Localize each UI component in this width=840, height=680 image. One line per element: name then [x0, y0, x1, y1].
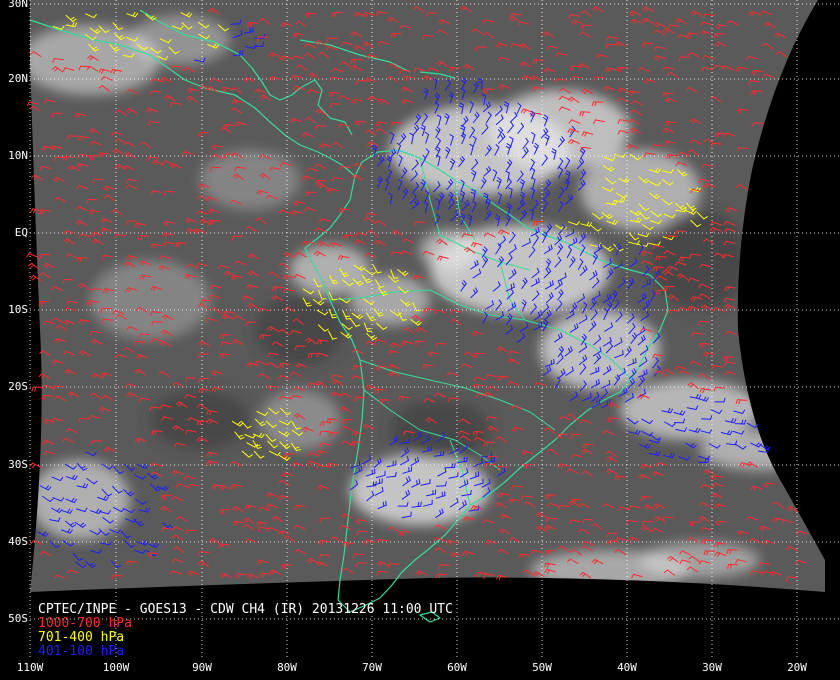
cloud-region [130, 15, 230, 65]
barb-shaft [415, 340, 426, 342]
barb-shaft [375, 388, 386, 391]
barb-shaft [327, 37, 338, 39]
barb-shaft [135, 341, 146, 343]
barb-feather [420, 501, 422, 507]
barb-feather [332, 298, 338, 301]
barb-shaft [752, 90, 763, 92]
barb-feather [372, 481, 375, 487]
cloud-region [90, 260, 210, 340]
barb-feather [464, 480, 466, 486]
barb-feather [416, 480, 418, 485]
cloud-region [620, 380, 760, 440]
barb-shaft [608, 417, 619, 420]
barb-shaft [201, 299, 212, 302]
barb-feather [321, 298, 327, 300]
barb-feather [408, 437, 410, 443]
barb-shaft [580, 111, 591, 113]
barb-feather [345, 315, 350, 318]
barb-shaft [738, 147, 748, 149]
barb-feather [572, 228, 575, 234]
barb-feather [440, 451, 442, 456]
barb-shaft [699, 320, 710, 323]
barb-shaft [583, 518, 594, 521]
barb-shaft [343, 418, 354, 421]
barb-feather [590, 392, 592, 398]
barb-feather [346, 318, 352, 320]
barb-shaft [715, 33, 726, 35]
barb-shaft [415, 221, 426, 223]
barb-shaft [230, 23, 241, 25]
barb-feather [375, 481, 377, 487]
barb-shaft [54, 385, 65, 388]
barb-shaft [356, 120, 367, 123]
barb-shaft [55, 156, 66, 159]
barb-feather [632, 358, 635, 364]
barb-feather [333, 282, 338, 284]
barb-shaft [68, 135, 79, 137]
cloud-region [30, 460, 130, 540]
barb-feather [385, 500, 387, 506]
barb-feather [395, 471, 397, 477]
barb-feather [416, 309, 421, 312]
barb-feather [382, 501, 385, 507]
barb-feather [442, 450, 445, 456]
barb-shaft [618, 67, 629, 69]
barb-feather [623, 389, 625, 394]
barb-shaft [199, 131, 209, 134]
barb-shaft [427, 12, 438, 14]
barb-shaft [753, 122, 764, 124]
barb-shaft [476, 46, 487, 48]
barb-shaft [533, 59, 544, 61]
cloud-region [640, 542, 760, 578]
barb-feather [239, 50, 241, 56]
barb-feather [418, 478, 421, 484]
barb-feather [606, 400, 609, 406]
barb-feather [643, 370, 645, 376]
barb-feather [466, 456, 468, 462]
cloud-region [200, 150, 300, 210]
barb-shaft [641, 496, 652, 498]
barb-feather [241, 50, 244, 56]
barb-feather [466, 479, 469, 485]
barb-feather [635, 357, 637, 363]
barb-shaft [355, 396, 366, 399]
barb-feather [646, 369, 648, 375]
barb-shaft [139, 235, 150, 237]
barb-feather [463, 457, 465, 463]
barb-shaft [126, 220, 137, 222]
barb-shaft [676, 230, 687, 232]
barb-shaft [211, 166, 222, 169]
barb-shaft [436, 485, 446, 487]
barb-feather [649, 278, 651, 284]
barb-shaft [436, 342, 447, 345]
barb-shaft [669, 309, 680, 312]
barb-shaft [484, 88, 495, 90]
barb-feather [481, 458, 483, 464]
barb-feather [608, 379, 611, 385]
barb-feather [417, 501, 420, 507]
barb-feather [470, 489, 472, 495]
barb-shaft [165, 190, 176, 193]
barb-feather [510, 283, 513, 289]
barb-shaft [701, 418, 711, 420]
barb-shaft [80, 65, 90, 68]
satellite-wind-map: 30N 20N 10N EQ 10S 20S 30S 40S 50S 110W … [0, 0, 840, 680]
barb-shaft [102, 307, 112, 310]
